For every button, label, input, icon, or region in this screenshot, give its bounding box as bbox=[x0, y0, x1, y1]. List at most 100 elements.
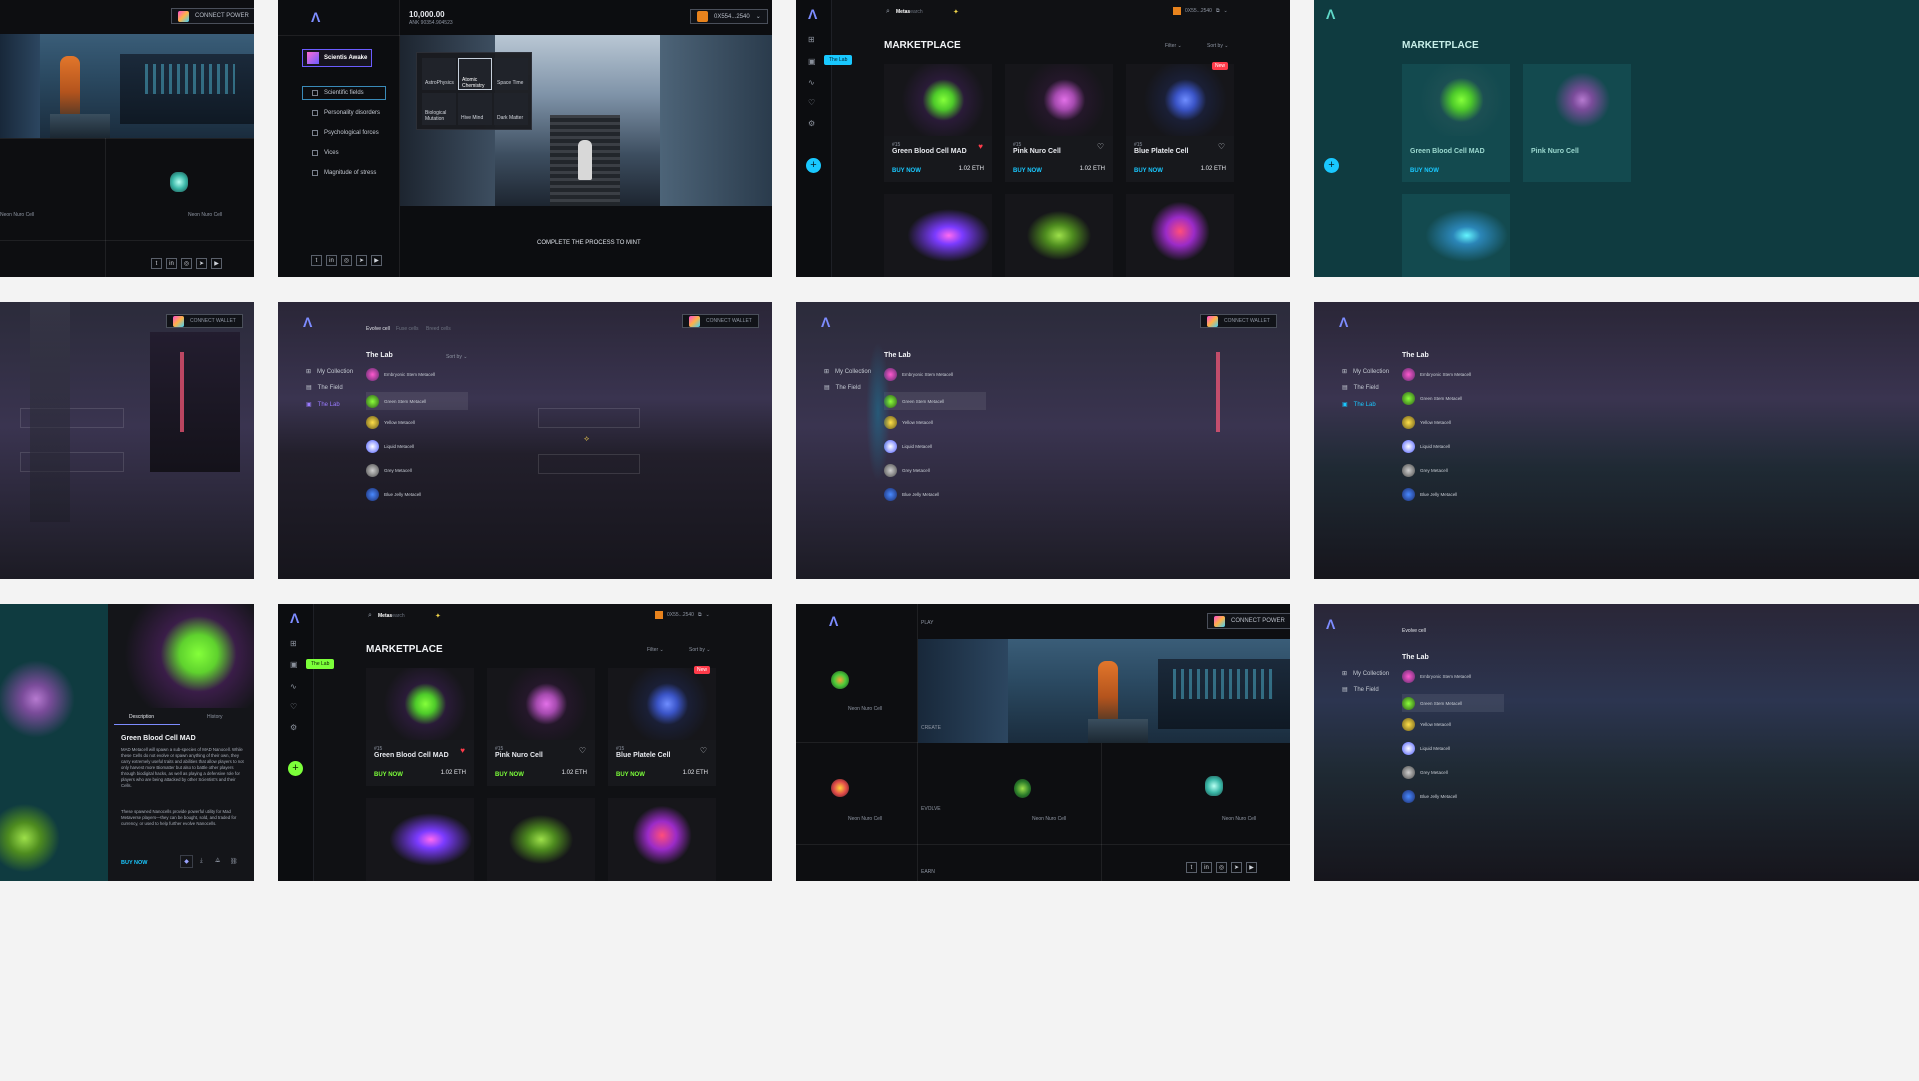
nft-card[interactable]: #15 Pink Nuro Cell ♡ BUY NOW 1.02 ETH bbox=[1005, 64, 1113, 182]
logo-icon[interactable]: Λ bbox=[808, 6, 817, 22]
connect-wallet-button[interactable]: CONNECT WALLET bbox=[1200, 314, 1277, 328]
cell-node-icon[interactable] bbox=[831, 779, 849, 797]
profile-tag[interactable]: Scientis Awake bbox=[302, 49, 372, 67]
nft-card[interactable] bbox=[1005, 194, 1113, 277]
grid-icon[interactable]: ⊞ bbox=[290, 639, 297, 648]
nft-card[interactable]: New #15 Blue Platele Cell ♡ BUY NOW 1.02… bbox=[608, 666, 716, 786]
sort-dropdown[interactable]: Sort by ⌄ bbox=[689, 647, 710, 653]
list-item[interactable]: Blue Jelly Metacell bbox=[366, 488, 421, 501]
tab-fuse[interactable]: Fuse cells bbox=[396, 326, 419, 332]
sidebar-item-collection[interactable]: ⊞ My Collection bbox=[1342, 670, 1389, 678]
list-item[interactable]: Green Stem Metacell bbox=[1402, 392, 1462, 405]
tab-evolve[interactable]: Evolve cell bbox=[1402, 628, 1426, 634]
sidebar-item-field[interactable]: ▤ The Field bbox=[1342, 686, 1379, 694]
menu-item[interactable]: Psychological forces bbox=[312, 130, 379, 136]
filter-dropdown[interactable]: Filter ⌄ bbox=[1165, 43, 1182, 49]
nft-card[interactable]: #15 Green Blood Cell MAD ♥ BUY NOW 1.02 … bbox=[884, 64, 992, 182]
nft-card[interactable] bbox=[1402, 194, 1510, 277]
sidebar-item-collection[interactable]: ⊞ My Collection bbox=[824, 368, 871, 376]
slot-box[interactable] bbox=[538, 408, 640, 428]
nft-card[interactable] bbox=[366, 798, 474, 881]
chevron-down-icon[interactable]: ⌄ bbox=[706, 612, 710, 618]
list-item[interactable]: Grey Metacell bbox=[1402, 464, 1448, 477]
wallet-button[interactable]: 0X55...2540 ⧉ ⌄ bbox=[1173, 7, 1228, 15]
youtube-icon[interactable]: ▶ bbox=[211, 258, 222, 269]
list-item[interactable]: Blue Jelly Metacell bbox=[1402, 790, 1457, 803]
list-item[interactable]: Grey Metacell bbox=[366, 464, 412, 477]
sidebar-item-field[interactable]: ▤ The Field bbox=[306, 384, 343, 392]
telegram-icon[interactable]: ➤ bbox=[196, 258, 207, 269]
tab-history[interactable]: History bbox=[207, 714, 223, 720]
buy-now-button[interactable]: BUY NOW bbox=[121, 860, 147, 866]
lab-icon[interactable]: ▣ bbox=[290, 660, 298, 669]
youtube-icon[interactable]: ▶ bbox=[371, 255, 382, 266]
sidebar-item-field[interactable]: ▤ The Field bbox=[824, 384, 861, 392]
tab-evolve[interactable]: Evolve cell bbox=[366, 326, 390, 332]
heart-icon[interactable]: ♥ bbox=[978, 142, 983, 151]
field-option[interactable]: Biological Mutation bbox=[422, 93, 456, 125]
nft-card[interactable]: Green Blood Cell MAD BUY NOW bbox=[1402, 64, 1510, 182]
heart-icon[interactable]: ♡ bbox=[700, 746, 707, 755]
logo-icon[interactable]: Λ bbox=[290, 610, 299, 626]
menu-item[interactable]: Scientific fields bbox=[312, 90, 364, 96]
nft-card[interactable]: #15 Pink Nuro Cell ♡ BUY NOW 1.02 ETH bbox=[487, 668, 595, 786]
list-item[interactable]: Blue Jelly Metacell bbox=[884, 488, 939, 501]
heart-icon[interactable]: ♡ bbox=[1097, 142, 1104, 151]
field-option-selected[interactable]: Atomic Chemistry bbox=[458, 58, 492, 90]
list-item[interactable]: Grey Metacell bbox=[1402, 766, 1448, 779]
cell-node-icon[interactable] bbox=[1205, 776, 1223, 796]
list-item[interactable]: Yellow Metacell bbox=[366, 416, 415, 429]
search-input[interactable]: Metasearch bbox=[378, 613, 405, 619]
grid-icon[interactable]: ⊞ bbox=[808, 35, 815, 44]
list-item[interactable]: Yellow Metacell bbox=[1402, 718, 1451, 731]
add-button[interactable]: + bbox=[806, 158, 821, 173]
mint-cta[interactable]: COMPLETE THE PROCESS TO MINT bbox=[537, 240, 641, 246]
nft-card[interactable]: Pink Nuro Cell bbox=[1523, 64, 1631, 182]
nft-card[interactable] bbox=[884, 194, 992, 277]
list-item-selected[interactable]: Green Stem Metacell bbox=[366, 392, 468, 410]
heart-icon[interactable]: ♡ bbox=[579, 746, 586, 755]
list-item-selected[interactable]: Green Stem Metacell bbox=[884, 392, 986, 410]
menu-item[interactable]: Vices bbox=[312, 150, 339, 156]
nft-card[interactable] bbox=[487, 798, 595, 881]
copy-icon[interactable]: ⧉ bbox=[698, 612, 702, 618]
activity-icon[interactable]: ∿ bbox=[290, 682, 297, 691]
twitter-icon[interactable]: t bbox=[151, 258, 162, 269]
instagram-icon[interactable]: ◎ bbox=[341, 255, 352, 266]
instagram-icon[interactable]: ◎ bbox=[181, 258, 192, 269]
field-option[interactable]: Hive Mind bbox=[458, 93, 492, 125]
search-input[interactable]: Metasearch bbox=[896, 9, 923, 15]
logo-icon[interactable]: Λ bbox=[829, 613, 838, 629]
logo-icon[interactable]: Λ bbox=[821, 314, 830, 330]
list-item[interactable]: Yellow Metacell bbox=[1402, 416, 1451, 429]
copy-icon[interactable]: ⧉ bbox=[1216, 8, 1220, 14]
chevron-down-icon[interactable]: ⌄ bbox=[1224, 8, 1228, 14]
youtube-icon[interactable]: ▶ bbox=[1246, 862, 1257, 873]
list-item[interactable]: Embryonic Stem Metacell bbox=[1402, 670, 1471, 683]
heart-icon[interactable]: ♥ bbox=[460, 746, 465, 755]
telegram-icon[interactable]: ➤ bbox=[1231, 862, 1242, 873]
list-item[interactable]: Embryonic Stem Metacell bbox=[1402, 368, 1471, 381]
filter-dropdown[interactable]: Filter ⌄ bbox=[647, 647, 664, 653]
heart-icon[interactable]: ♡ bbox=[1218, 142, 1225, 151]
logo-icon[interactable]: Λ bbox=[303, 314, 312, 330]
connect-power-button[interactable]: CONNECT POWER bbox=[1207, 613, 1290, 629]
linkedin-icon[interactable]: in bbox=[166, 258, 177, 269]
nft-card[interactable] bbox=[608, 798, 716, 881]
connect-wallet-button[interactable]: CONNECT WALLET bbox=[682, 314, 759, 328]
cell-node-icon[interactable] bbox=[831, 671, 849, 689]
sort-dropdown[interactable]: Sort by ⌄ bbox=[1207, 43, 1228, 49]
cell-node-icon[interactable] bbox=[170, 172, 188, 192]
telegram-icon[interactable]: ➤ bbox=[356, 255, 367, 266]
list-item[interactable]: Liquid Metacell bbox=[884, 440, 932, 453]
list-item-selected[interactable]: Green Stem Metacell bbox=[1402, 694, 1504, 712]
nft-card[interactable]: New #15 Blue Platele Cell ♡ BUY NOW 1.02… bbox=[1126, 62, 1234, 182]
sidebar-item-lab[interactable]: ▣ The Lab bbox=[306, 401, 340, 409]
list-item[interactable]: Blue Jelly Metacell bbox=[1402, 488, 1457, 501]
add-button[interactable]: + bbox=[288, 761, 303, 776]
settings-icon[interactable]: ⚙ bbox=[290, 723, 297, 732]
lab-icon[interactable]: ▣ bbox=[808, 57, 816, 66]
wallet-button[interactable]: 0X55...2540 ⧉ ⌄ bbox=[655, 611, 710, 619]
list-item[interactable]: Grey Metacell bbox=[884, 464, 930, 477]
twitter-icon[interactable]: t bbox=[311, 255, 322, 266]
